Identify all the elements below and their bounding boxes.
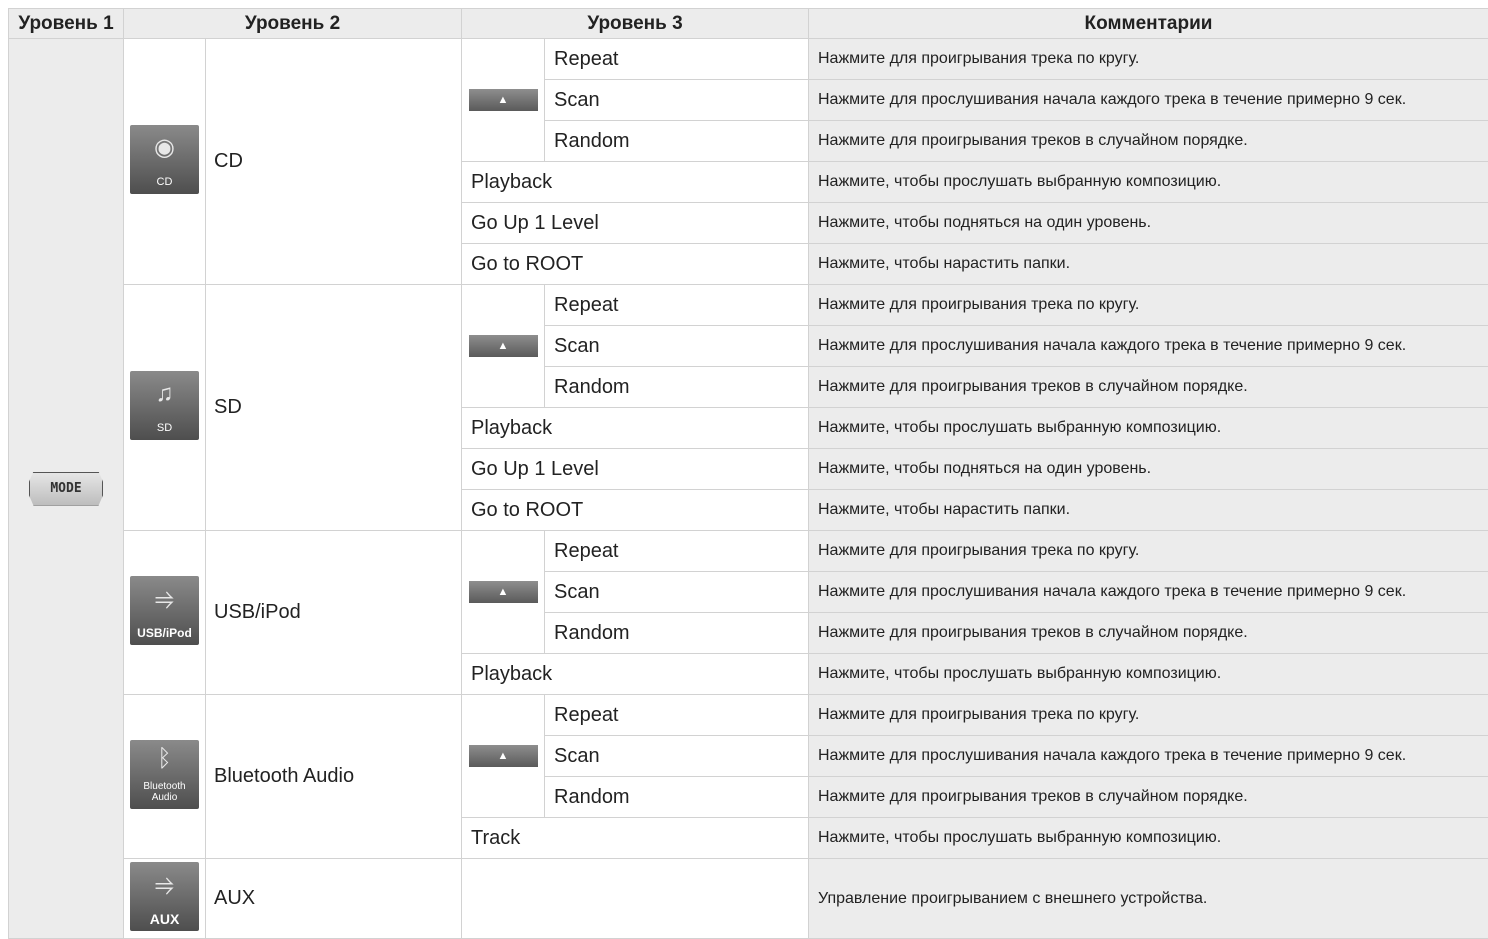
- music-note-icon: ♫: [130, 380, 199, 408]
- bt-item-track: Track: [462, 818, 809, 859]
- bluetooth-icon[interactable]: ᛒ Bluetooth Audio: [130, 740, 199, 809]
- usb-sub-repeat: Repeat: [545, 531, 809, 572]
- cd-item-playback: Playback: [462, 162, 809, 203]
- cd-sub-repeat-comment: Нажмите для проигрывания трека по кругу.: [809, 39, 1488, 80]
- sd-item-go-root-comment: Нажмите, чтобы нарастить папки.: [809, 490, 1488, 531]
- sd-sub-random: Random: [545, 367, 809, 408]
- bt-icon-label-line2: Audio: [152, 792, 178, 803]
- source-name-usb: USB/iPod: [206, 531, 462, 695]
- sd-icon-cell: ♫ SD: [124, 285, 206, 531]
- aux-cable-icon[interactable]: ⥤ AUX: [130, 862, 199, 931]
- usb-sub-scan: Scan: [545, 572, 809, 613]
- arrow-up-icon[interactable]: ▲: [469, 745, 538, 767]
- sd-card-music-icon[interactable]: ♫ SD: [130, 371, 199, 440]
- bt-sub-repeat: Repeat: [545, 695, 809, 736]
- source-name-cd: CD: [206, 39, 462, 285]
- cd-disc-icon[interactable]: ◉ CD: [130, 125, 199, 194]
- cd-sub-repeat: Repeat: [545, 39, 809, 80]
- bt-sub-scan-comment: Нажмите для прослушивания начала каждого…: [809, 736, 1488, 777]
- usb-icon-cell: ⥤ USB/iPod: [124, 531, 206, 695]
- header-comments: Комментарии: [809, 9, 1488, 39]
- sd-icon-label: SD: [130, 422, 199, 434]
- usb-sub-random: Random: [545, 613, 809, 654]
- sd-sub-scan-comment: Нажмите для прослушивания начала каждого…: [809, 326, 1488, 367]
- aux-icon-label: AUX: [130, 913, 199, 925]
- bt-arrow-cell: ▲: [462, 695, 545, 818]
- usb-sub-scan-comment: Нажмите для прослушивания начала каждого…: [809, 572, 1488, 613]
- sd-item-go-root: Go to ROOT: [462, 490, 809, 531]
- usb-item-playback-comment: Нажмите, чтобы прослушать выбранную комп…: [809, 654, 1488, 695]
- cd-icon-label: CD: [130, 176, 199, 188]
- header-row: Уровень 1 Уровень 2 Уровень 3 Комментари…: [9, 9, 1488, 39]
- cd-icon-cell: ◉ CD: [124, 39, 206, 285]
- bt-sub-repeat-comment: Нажмите для проигрывания трека по кругу.: [809, 695, 1488, 736]
- bluetooth-glyph-icon: ᛒ: [130, 745, 199, 773]
- level1-cell: MODE: [9, 39, 124, 939]
- source-name-aux: AUX: [206, 859, 462, 939]
- cable-glyph-icon: ⥤: [130, 585, 199, 613]
- cd-sub-scan: Scan: [545, 80, 809, 121]
- usb-icon-label: USB/iPod: [130, 627, 199, 639]
- bt-sub-random-comment: Нажмите для проигрывания треков в случай…: [809, 777, 1488, 818]
- arrow-up-icon[interactable]: ▲: [469, 335, 538, 357]
- cd-item-go-up-comment: Нажмите, чтобы подняться на один уровень…: [809, 203, 1488, 244]
- aux-empty-cell: [462, 859, 809, 939]
- aux-icon-cell: ⥤ AUX: [124, 859, 206, 939]
- mode-button[interactable]: MODE: [29, 472, 103, 506]
- source-name-sd: SD: [206, 285, 462, 531]
- bt-sub-scan: Scan: [545, 736, 809, 777]
- bt-sub-random: Random: [545, 777, 809, 818]
- header-level2: Уровень 2: [124, 9, 462, 39]
- sd-sub-repeat: Repeat: [545, 285, 809, 326]
- source-name-bt: Bluetooth Audio: [206, 695, 462, 859]
- cd-arrow-cell: ▲: [462, 39, 545, 162]
- disc-glyph-icon: ◉: [130, 134, 199, 162]
- cd-item-go-root: Go to ROOT: [462, 244, 809, 285]
- sd-arrow-cell: ▲: [462, 285, 545, 408]
- bt-icon-label: Bluetooth Audio: [130, 781, 199, 803]
- bt-icon-cell: ᛒ Bluetooth Audio: [124, 695, 206, 859]
- usb-sub-repeat-comment: Нажмите для проигрывания трека по кругу.: [809, 531, 1488, 572]
- sd-item-playback-comment: Нажмите, чтобы прослушать выбранную комп…: [809, 408, 1488, 449]
- header-level1: Уровень 1: [9, 9, 124, 39]
- mode-menu-table: Уровень 1 Уровень 2 Уровень 3 Комментари…: [8, 8, 1488, 939]
- cd-sub-random: Random: [545, 121, 809, 162]
- usb-arrow-cell: ▲: [462, 531, 545, 654]
- cd-sub-scan-comment: Нажмите для прослушивания начала каждого…: [809, 80, 1488, 121]
- usb-sub-random-comment: Нажмите для проигрывания треков в случай…: [809, 613, 1488, 654]
- cd-item-go-up: Go Up 1 Level: [462, 203, 809, 244]
- arrow-up-icon[interactable]: ▲: [469, 89, 538, 111]
- sd-sub-random-comment: Нажмите для проигрывания треков в случай…: [809, 367, 1488, 408]
- arrow-up-icon[interactable]: ▲: [469, 581, 538, 603]
- aux-comment: Управление проигрыванием с внешнего устр…: [809, 859, 1488, 939]
- sd-item-go-up-comment: Нажмите, чтобы подняться на один уровень…: [809, 449, 1488, 490]
- usb-cable-icon[interactable]: ⥤ USB/iPod: [130, 576, 199, 645]
- aux-cable-glyph-icon: ⥤: [130, 871, 199, 899]
- cd-sub-random-comment: Нажмите для проигрывания треков в случай…: [809, 121, 1488, 162]
- header-level3: Уровень 3: [462, 9, 809, 39]
- cd-item-playback-comment: Нажмите, чтобы прослушать выбранную комп…: [809, 162, 1488, 203]
- sd-sub-scan: Scan: [545, 326, 809, 367]
- bt-icon-label-line1: Bluetooth: [143, 781, 185, 792]
- usb-item-playback: Playback: [462, 654, 809, 695]
- cd-item-go-root-comment: Нажмите, чтобы нарастить папки.: [809, 244, 1488, 285]
- sd-item-playback: Playback: [462, 408, 809, 449]
- bt-item-track-comment: Нажмите, чтобы прослушать выбранную комп…: [809, 818, 1488, 859]
- sd-item-go-up: Go Up 1 Level: [462, 449, 809, 490]
- sd-sub-repeat-comment: Нажмите для проигрывания трека по кругу.: [809, 285, 1488, 326]
